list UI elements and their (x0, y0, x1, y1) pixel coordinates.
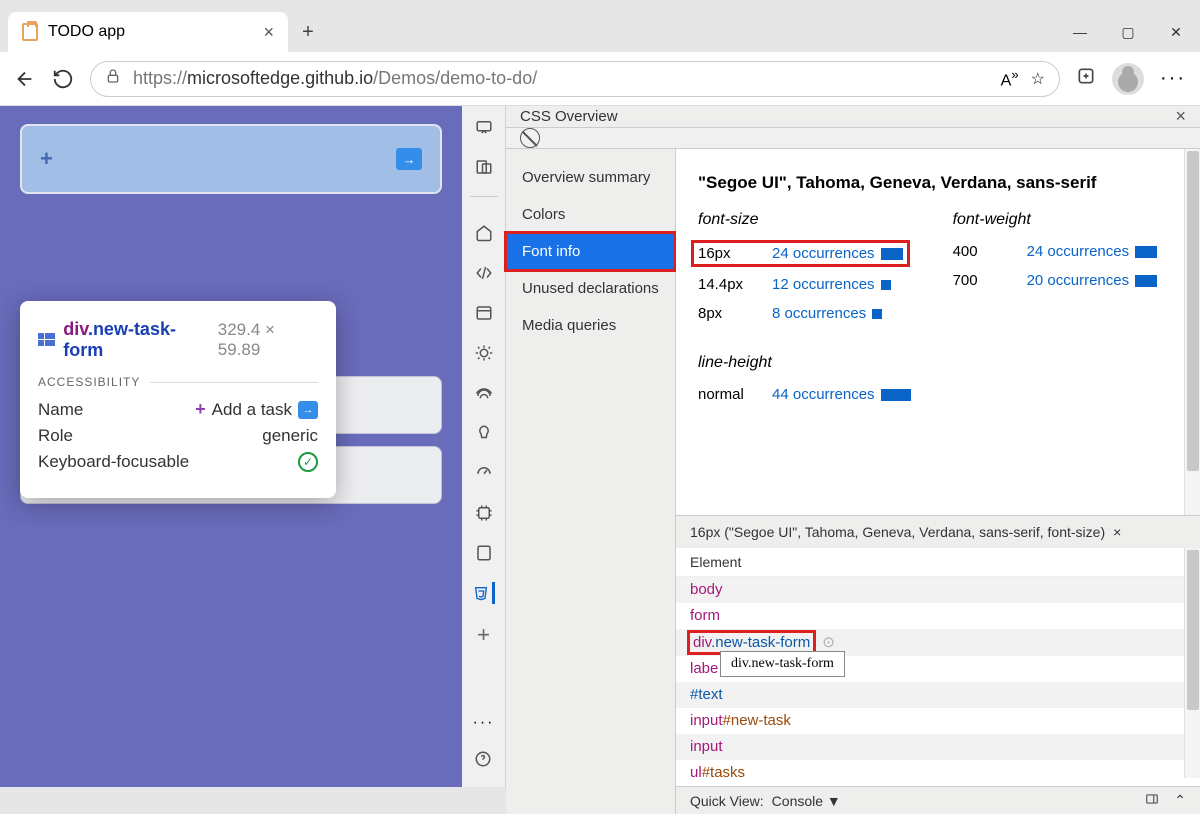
close-window-button[interactable]: ✕ (1152, 12, 1200, 52)
nav-media-queries[interactable]: Media queries (506, 307, 675, 344)
elements-icon[interactable] (473, 222, 495, 244)
inspect-icon[interactable] (473, 116, 495, 138)
back-button[interactable] (14, 68, 36, 90)
occurrence-row[interactable]: input#new-task (676, 708, 1200, 734)
menu-button[interactable]: ··· (1160, 67, 1186, 90)
close-occurrences-icon[interactable]: × (1113, 524, 1121, 540)
lighthouse-icon[interactable] (473, 422, 495, 444)
minimize-button[interactable]: — (1056, 12, 1104, 52)
address-bar[interactable]: https://microsoftedge.github.io/Demos/de… (90, 61, 1060, 97)
nav-colors[interactable]: Colors (506, 196, 675, 233)
browser-tab[interactable]: TODO app × (8, 12, 288, 52)
occurrences-link[interactable]: 12 occurrences (772, 276, 891, 293)
more-tools-button[interactable]: + (477, 622, 490, 648)
page-icon (22, 23, 38, 41)
css-overview-icon[interactable] (473, 582, 495, 604)
submit-arrow-button[interactable]: → (396, 148, 422, 170)
tooltip-selector: div.new-task-form (63, 319, 210, 361)
nav-unused-declarations[interactable]: Unused declarations (506, 270, 675, 307)
refresh-button[interactable] (52, 68, 74, 90)
new-task-form[interactable]: + → (20, 124, 442, 194)
tab-title: TODO app (48, 23, 125, 41)
font-family-heading: "Segoe UI", Tahoma, Geneva, Verdana, san… (698, 173, 1178, 193)
occurrence-row[interactable]: ul#tasks (676, 760, 1200, 786)
occurrences-header: Element (676, 548, 1200, 577)
occurrences-tab[interactable]: 16px ("Segoe UI", Tahoma, Geneva, Verdan… (676, 516, 1200, 548)
overview-nav: Overview summary Colors Font info Unused… (506, 149, 676, 814)
read-aloud-icon[interactable]: A» (1001, 67, 1019, 90)
collections-icon[interactable] (1076, 66, 1096, 91)
nav-overview-summary[interactable]: Overview summary (506, 159, 675, 196)
occurrence-row[interactable]: div.new-task-form ⊙ (676, 629, 1200, 656)
panel-header: CSS Overview × (506, 106, 1200, 128)
nav-font-info[interactable]: Font info (506, 233, 675, 270)
quickview-select[interactable]: Console ▼ (772, 793, 841, 809)
new-tab-button[interactable]: + (288, 12, 328, 52)
occurrences-link[interactable]: 24 occurrences (1027, 243, 1158, 260)
application-icon[interactable] (473, 542, 495, 564)
more-icon[interactable]: ··· (473, 714, 495, 732)
favorite-icon[interactable]: ☆ (1031, 69, 1045, 89)
occurrences-link[interactable]: 24 occurrences (772, 245, 903, 262)
devtools-activity-bar: + ··· (462, 106, 506, 787)
maximize-button[interactable]: ▢ (1104, 12, 1152, 52)
plus-icon: + (40, 146, 53, 172)
chevron-up-icon[interactable]: ⌃ (1174, 792, 1186, 809)
occurrences-link[interactable]: 44 occurrences (772, 386, 911, 403)
tooltip-section-label: ACCESSIBILITY (38, 375, 318, 389)
device-icon[interactable] (473, 156, 495, 178)
element-inspector-tooltip: div.new-task-form 329.4 × 59.89 ACCESSIB… (20, 301, 336, 498)
occurrences-link[interactable]: 8 occurrences (772, 305, 882, 322)
url-text: https://microsoftedge.github.io/Demos/de… (133, 68, 537, 89)
occurrence-row[interactable]: form (676, 603, 1200, 629)
console-icon[interactable] (473, 262, 495, 284)
debug-icon[interactable] (473, 342, 495, 364)
network-icon[interactable] (473, 382, 495, 404)
check-icon: ✓ (298, 452, 318, 472)
tooltip-dimensions: 329.4 × 59.89 (218, 320, 318, 360)
close-panel-icon[interactable]: × (1175, 106, 1186, 127)
profile-avatar[interactable] (1112, 63, 1144, 95)
memory-icon[interactable] (473, 502, 495, 524)
occurrence-row[interactable]: input (676, 734, 1200, 760)
clear-overview-icon[interactable] (520, 128, 540, 148)
dock-icon[interactable] (1144, 792, 1160, 809)
performance-icon[interactable] (473, 462, 495, 484)
occurrences-link[interactable]: 20 occurrences (1027, 272, 1158, 289)
plus-icon: + (195, 399, 206, 420)
grid-icon (38, 333, 55, 347)
close-tab-icon[interactable]: × (263, 22, 274, 43)
arrow-icon: → (298, 401, 318, 419)
help-icon[interactable] (474, 750, 492, 773)
lock-icon (105, 68, 121, 89)
sources-icon[interactable] (473, 302, 495, 324)
occurrence-row[interactable]: body (676, 577, 1200, 603)
occurrence-row[interactable]: #text (676, 682, 1200, 708)
